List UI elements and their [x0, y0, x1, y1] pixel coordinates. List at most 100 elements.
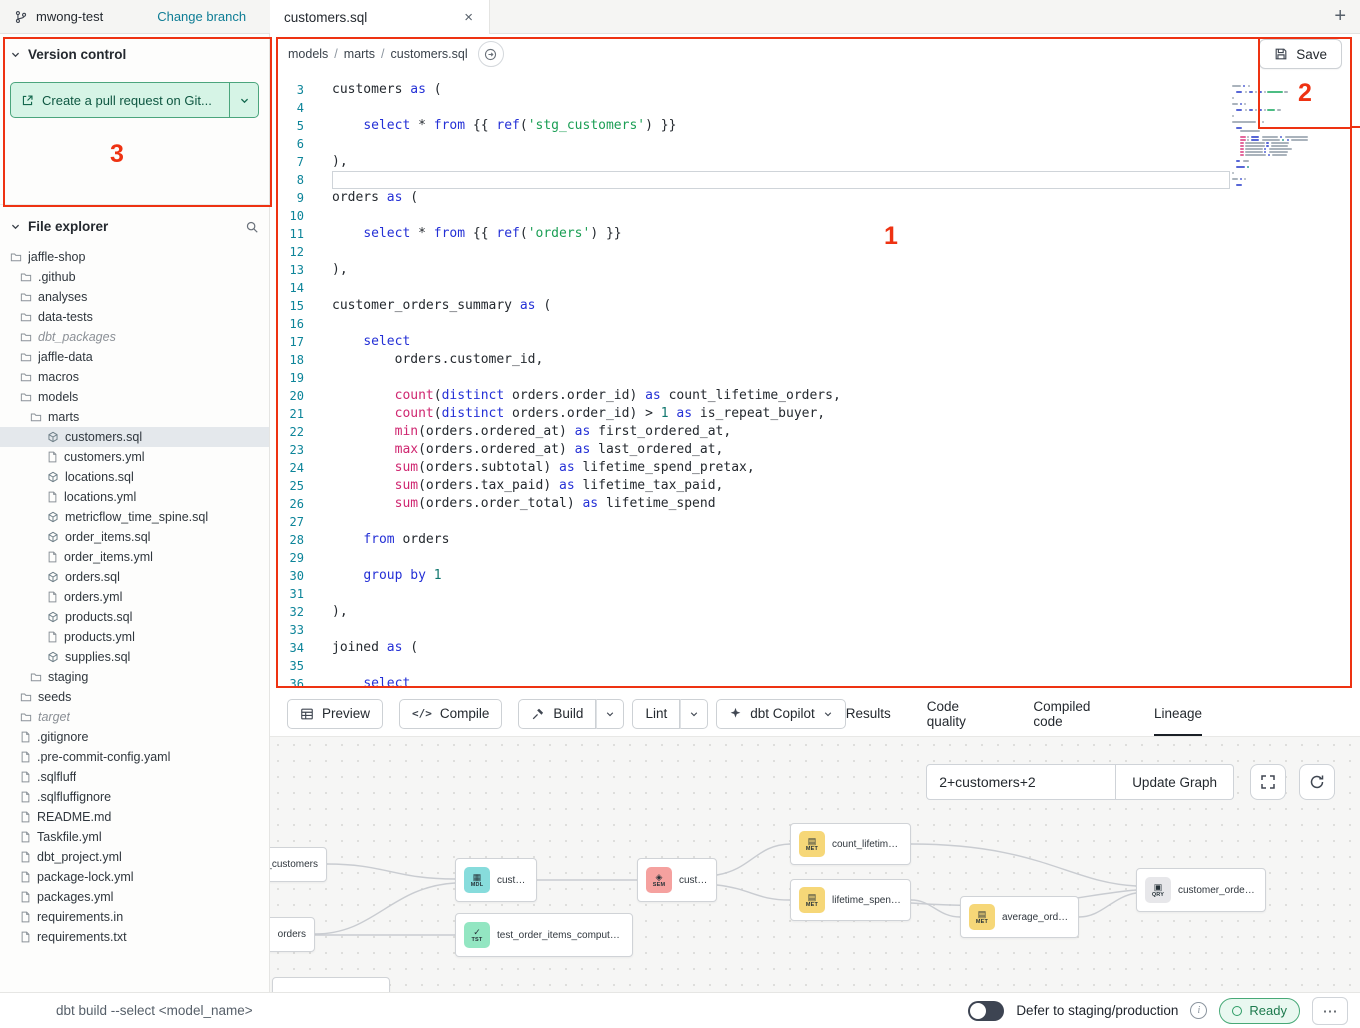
code-line[interactable]: group by 1	[332, 567, 1360, 585]
code-line[interactable]	[332, 657, 1360, 675]
code-line[interactable]: customers as (	[332, 81, 1360, 99]
code-line[interactable]: select * from {{ ref('orders') }}	[332, 225, 1360, 243]
tree-item-dbt_packages[interactable]: dbt_packages	[0, 327, 269, 347]
code-line[interactable]	[332, 243, 1360, 261]
tree-item-order_items.yml[interactable]: order_items.yml	[0, 547, 269, 567]
file-explorer-header[interactable]: File explorer	[0, 204, 269, 234]
change-branch-link[interactable]: Change branch	[157, 9, 246, 24]
tree-item-customers.yml[interactable]: customers.yml	[0, 447, 269, 467]
tree-item-order_items.sql[interactable]: order_items.sql	[0, 527, 269, 547]
code-line[interactable]: select	[332, 675, 1360, 691]
tree-item-supplies.sql[interactable]: supplies.sql	[0, 647, 269, 667]
code-line[interactable]: orders as (	[332, 189, 1360, 207]
version-control-header[interactable]: Version control	[0, 33, 269, 62]
lint-dropdown[interactable]	[680, 699, 708, 729]
lineage-node-stg_customers[interactable]: stg_customers	[270, 847, 327, 882]
lint-button[interactable]: Lint	[632, 699, 680, 729]
lineage-node-customers[interactable]: ▦MDLcustomers	[455, 858, 537, 902]
lineage-node-orders[interactable]: orders	[270, 917, 315, 952]
breadcrumb-item[interactable]: models	[288, 47, 328, 61]
tree-item-locations.yml[interactable]: locations.yml	[0, 487, 269, 507]
tree-item-jaffle-data[interactable]: jaffle-data	[0, 347, 269, 367]
code-line[interactable]: min(orders.ordered_at) as first_ordered_…	[332, 423, 1360, 441]
info-icon[interactable]: i	[1190, 1002, 1207, 1019]
code-line[interactable]	[332, 549, 1360, 567]
tree-item-macros[interactable]: macros	[0, 367, 269, 387]
code-line[interactable]: sum(orders.tax_paid) as lifetime_tax_pai…	[332, 477, 1360, 495]
tree-item-package-lock.yml[interactable]: package-lock.yml	[0, 867, 269, 887]
create-pr-button[interactable]: Create a pull request on Git...	[10, 82, 229, 118]
tree-item-jaffle-shop[interactable]: jaffle-shop	[0, 247, 269, 267]
more-options-button[interactable]: ⋯	[1312, 997, 1348, 1025]
tree-item-.gitignore[interactable]: .gitignore	[0, 727, 269, 747]
tree-item-requirements.txt[interactable]: requirements.txt	[0, 927, 269, 947]
code-line[interactable]	[332, 621, 1360, 639]
tree-item-.github[interactable]: .github	[0, 267, 269, 287]
tree-item-orders.sql[interactable]: orders.sql	[0, 567, 269, 587]
code-line[interactable]	[332, 585, 1360, 603]
lineage-node-customer_order_metrics[interactable]: ▣QRYcustomer_order_metrics	[1136, 868, 1266, 912]
breadcrumb-action-icon[interactable]	[478, 41, 504, 67]
tree-item-orders.yml[interactable]: orders.yml	[0, 587, 269, 607]
panel-tab-lineage[interactable]: Lineage	[1154, 691, 1202, 736]
breadcrumb-item[interactable]: customers.sql	[391, 47, 468, 61]
fullscreen-icon[interactable]	[1250, 764, 1286, 800]
code-line[interactable]: count(distinct orders.order_id) > 1 as i…	[332, 405, 1360, 423]
code-line[interactable]: customer_orders_summary as (	[332, 297, 1360, 315]
code-line[interactable]	[332, 279, 1360, 297]
tree-item-customers.sql[interactable]: customers.sql	[0, 427, 269, 447]
code-line[interactable]	[332, 207, 1360, 225]
tree-item-.pre-commit-config.yaml[interactable]: .pre-commit-config.yaml	[0, 747, 269, 767]
tree-item-packages.yml[interactable]: packages.yml	[0, 887, 269, 907]
code-line[interactable]: joined as (	[332, 639, 1360, 657]
lineage-node-average_order_value[interactable]: ▤METaverage_order_value	[960, 896, 1079, 938]
panel-tab-code-quality[interactable]: Code quality	[927, 691, 998, 736]
tree-item-data-tests[interactable]: data-tests	[0, 307, 269, 327]
tree-item-analyses[interactable]: analyses	[0, 287, 269, 307]
code-line[interactable]: select * from {{ ref('stg_customers') }}	[332, 117, 1360, 135]
code-line[interactable]: orders.customer_id,	[332, 351, 1360, 369]
tab-customers-sql[interactable]: customers.sql ×	[270, 0, 490, 34]
tree-item-requirements.in[interactable]: requirements.in	[0, 907, 269, 927]
tree-item-.sqlfluff[interactable]: .sqlfluff	[0, 767, 269, 787]
code-line[interactable]: ),	[332, 261, 1360, 279]
code-line[interactable]: from orders	[332, 531, 1360, 549]
compile-button[interactable]: </> Compile	[399, 699, 502, 729]
code-line[interactable]	[332, 171, 1230, 189]
add-tab-button[interactable]: +	[1334, 0, 1346, 33]
tree-item-staging[interactable]: staging	[0, 667, 269, 687]
code-line[interactable]	[332, 315, 1360, 333]
code-line[interactable]: select	[332, 333, 1360, 351]
breadcrumb-item[interactable]: marts	[344, 47, 375, 61]
lineage-node-test_order_items_compute_to_bools[interactable]: ✓TSTtest_order_items_compute_to_bools...	[455, 913, 633, 957]
save-button[interactable]: Save	[1259, 39, 1342, 69]
tree-item-dbt_project.yml[interactable]: dbt_project.yml	[0, 847, 269, 867]
tree-item-metricflow_time_spine.sql[interactable]: metricflow_time_spine.sql	[0, 507, 269, 527]
code-line[interactable]: ),	[332, 153, 1360, 171]
code-line[interactable]	[332, 135, 1360, 153]
tree-item-marts[interactable]: marts	[0, 407, 269, 427]
tree-item-models[interactable]: models	[0, 387, 269, 407]
code-editor[interactable]: 3456789101112131415161718192021222324252…	[270, 75, 1360, 691]
tree-item-locations.sql[interactable]: locations.sql	[0, 467, 269, 487]
tree-item-.sqlfluffignore[interactable]: .sqlfluffignore	[0, 787, 269, 807]
defer-toggle[interactable]	[968, 1001, 1004, 1021]
code-line[interactable]: sum(orders.order_total) as lifetime_spen…	[332, 495, 1360, 513]
dbt-copilot-button[interactable]: dbt Copilot	[716, 699, 846, 729]
tree-item-target[interactable]: target	[0, 707, 269, 727]
code-line[interactable]: sum(orders.subtotal) as lifetime_spend_p…	[332, 459, 1360, 477]
lineage-node-lifetime_spend_pretax[interactable]: ▤METlifetime_spend_pretax	[790, 879, 911, 921]
code-line[interactable]: count(distinct orders.order_id) as count…	[332, 387, 1360, 405]
code-line[interactable]: max(orders.ordered_at) as last_ordered_a…	[332, 441, 1360, 459]
tree-item-products.sql[interactable]: products.sql	[0, 607, 269, 627]
code-line[interactable]	[332, 369, 1360, 387]
build-button[interactable]: Build	[518, 699, 596, 729]
code-line[interactable]: ),	[332, 603, 1360, 621]
create-pr-dropdown[interactable]	[229, 82, 259, 118]
tree-item-README.md[interactable]: README.md	[0, 807, 269, 827]
refresh-icon[interactable]	[1299, 764, 1335, 800]
code-line[interactable]	[332, 99, 1360, 117]
lineage-selector-input[interactable]	[926, 764, 1116, 800]
lineage-node-customers[interactable]: ◈SEMcustomers	[637, 858, 717, 902]
update-graph-button[interactable]: Update Graph	[1116, 764, 1234, 800]
